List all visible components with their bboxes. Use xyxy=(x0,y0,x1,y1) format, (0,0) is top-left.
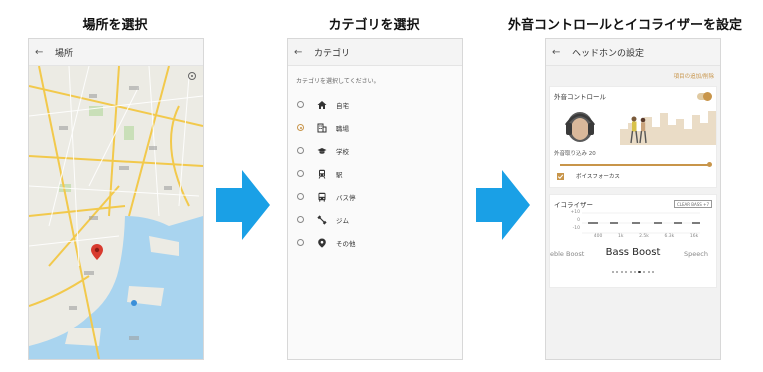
selected-location-pin-icon[interactable] xyxy=(91,244,103,260)
map-graphic xyxy=(29,65,203,359)
page-dot-active xyxy=(638,270,641,273)
page-dot xyxy=(643,271,646,273)
map-appbar: ← 場所 xyxy=(29,39,203,66)
preset-carousel[interactable]: eble Boost Bass Boost Speech xyxy=(550,247,716,261)
category-label: 学校 xyxy=(336,147,349,156)
category-appbar: ← カテゴリ xyxy=(288,39,462,66)
map-screen: ← 場所 xyxy=(28,38,204,360)
slider-thumb[interactable] xyxy=(707,162,712,167)
equalizer-title: イコライザー xyxy=(554,201,593,209)
eq-band-label: 400 xyxy=(593,234,603,239)
page-dot xyxy=(633,271,636,273)
step2-title: カテゴリを選択 xyxy=(328,18,420,33)
dumbbell-icon xyxy=(316,214,328,226)
category-label: その他 xyxy=(336,239,356,248)
back-arrow-icon[interactable]: ← xyxy=(552,47,564,58)
home-icon xyxy=(316,99,328,111)
category-label: ジム xyxy=(336,216,349,225)
ambient-level-label: 外音取り込み 20 xyxy=(554,151,596,157)
category-item-home[interactable]: 自宅 xyxy=(288,93,462,116)
headphones-appbar: ← ヘッドホンの設定 xyxy=(546,39,720,66)
graduation-cap-icon xyxy=(316,145,328,157)
page-dot xyxy=(651,271,654,273)
page-dot xyxy=(625,271,628,273)
radio-button[interactable] xyxy=(297,239,304,246)
radio-button[interactable] xyxy=(297,101,304,108)
category-label: 駅 xyxy=(336,170,343,179)
my-location-button[interactable] xyxy=(188,72,196,80)
headphones-screen-title: ヘッドホンの設定 xyxy=(572,48,645,59)
ambient-sound-card: 外音コントロール 外音取り込み 20 ボイスフォーカス xyxy=(549,86,717,188)
eq-band-label: 2.5k xyxy=(639,234,649,239)
radio-button[interactable] xyxy=(297,170,304,177)
step3-title: 外音コントロールとイコライザーを設定 xyxy=(507,18,742,33)
ambient-level-slider[interactable] xyxy=(560,162,712,167)
flow-arrow-2-icon xyxy=(476,170,530,240)
radio-button[interactable] xyxy=(297,193,304,200)
category-screen-title: カテゴリ xyxy=(314,48,351,59)
page-dot xyxy=(612,271,615,273)
eq-y-tick: -10 xyxy=(572,226,580,232)
category-item-station[interactable]: 駅 xyxy=(288,162,462,185)
map-screen-title: 場所 xyxy=(55,48,74,59)
back-arrow-icon[interactable]: ← xyxy=(35,47,47,58)
category-label: 職場 xyxy=(336,124,349,133)
map-view[interactable] xyxy=(29,65,203,359)
location-pin-icon xyxy=(316,237,328,249)
radio-button[interactable] xyxy=(297,147,304,154)
equalizer-card: イコライザー CLEAR BASS +7 +10 0 -10 400 1k 2.… xyxy=(549,194,717,288)
preset-page-dots xyxy=(550,266,716,273)
category-label: 自宅 xyxy=(336,101,349,110)
train-icon xyxy=(316,168,328,180)
category-item-school[interactable]: 学校 xyxy=(288,139,462,162)
category-item-office[interactable]: 職場 xyxy=(288,116,462,139)
step1-title: 場所を選択 xyxy=(82,18,148,33)
add-remove-items-link[interactable]: 項目の追加/削除 xyxy=(546,72,714,80)
category-label: バス停 xyxy=(336,193,356,202)
eq-band-label: 6.3k xyxy=(664,234,675,239)
flow-arrow-1-icon xyxy=(216,170,270,240)
page-dot xyxy=(620,271,623,273)
page-dot xyxy=(629,271,632,273)
eq-y-tick: +10 xyxy=(570,210,581,215)
eq-y-tick: 0 xyxy=(577,218,580,224)
ambient-illustration xyxy=(550,103,716,145)
radio-button[interactable] xyxy=(297,216,304,223)
category-hint-text: カテゴリを選択してください。 xyxy=(296,78,380,85)
category-item-other[interactable]: その他 xyxy=(288,231,462,254)
headphones-settings-screen: ← ヘッドホンの設定 項目の追加/削除 外音コントロール 外音取り込み 20 ボ… xyxy=(545,38,721,360)
category-screen: ← カテゴリ カテゴリを選択してください。 自宅 職場 学校 駅 バス停 ジム … xyxy=(287,38,463,360)
voice-focus-checkbox[interactable] xyxy=(557,172,564,180)
preset-next[interactable]: Speech xyxy=(684,250,708,258)
ambient-sound-title: 外音コントロール xyxy=(554,93,606,101)
bus-icon xyxy=(316,191,328,203)
page-dot xyxy=(647,271,650,273)
page-dot xyxy=(616,271,619,273)
ambient-sound-toggle[interactable] xyxy=(697,91,712,101)
clear-bass-button[interactable]: CLEAR BASS +7 xyxy=(673,199,712,209)
back-arrow-icon[interactable]: ← xyxy=(294,47,306,58)
category-item-bus-stop[interactable]: バス停 xyxy=(288,185,462,208)
voice-focus-label: ボイスフォーカス xyxy=(576,174,620,180)
radio-button-selected[interactable] xyxy=(297,124,304,131)
office-building-icon xyxy=(316,122,328,134)
eq-band-label: 1k xyxy=(618,234,624,239)
category-item-gym[interactable]: ジム xyxy=(288,208,462,231)
eq-band-label: 16k xyxy=(689,234,699,239)
